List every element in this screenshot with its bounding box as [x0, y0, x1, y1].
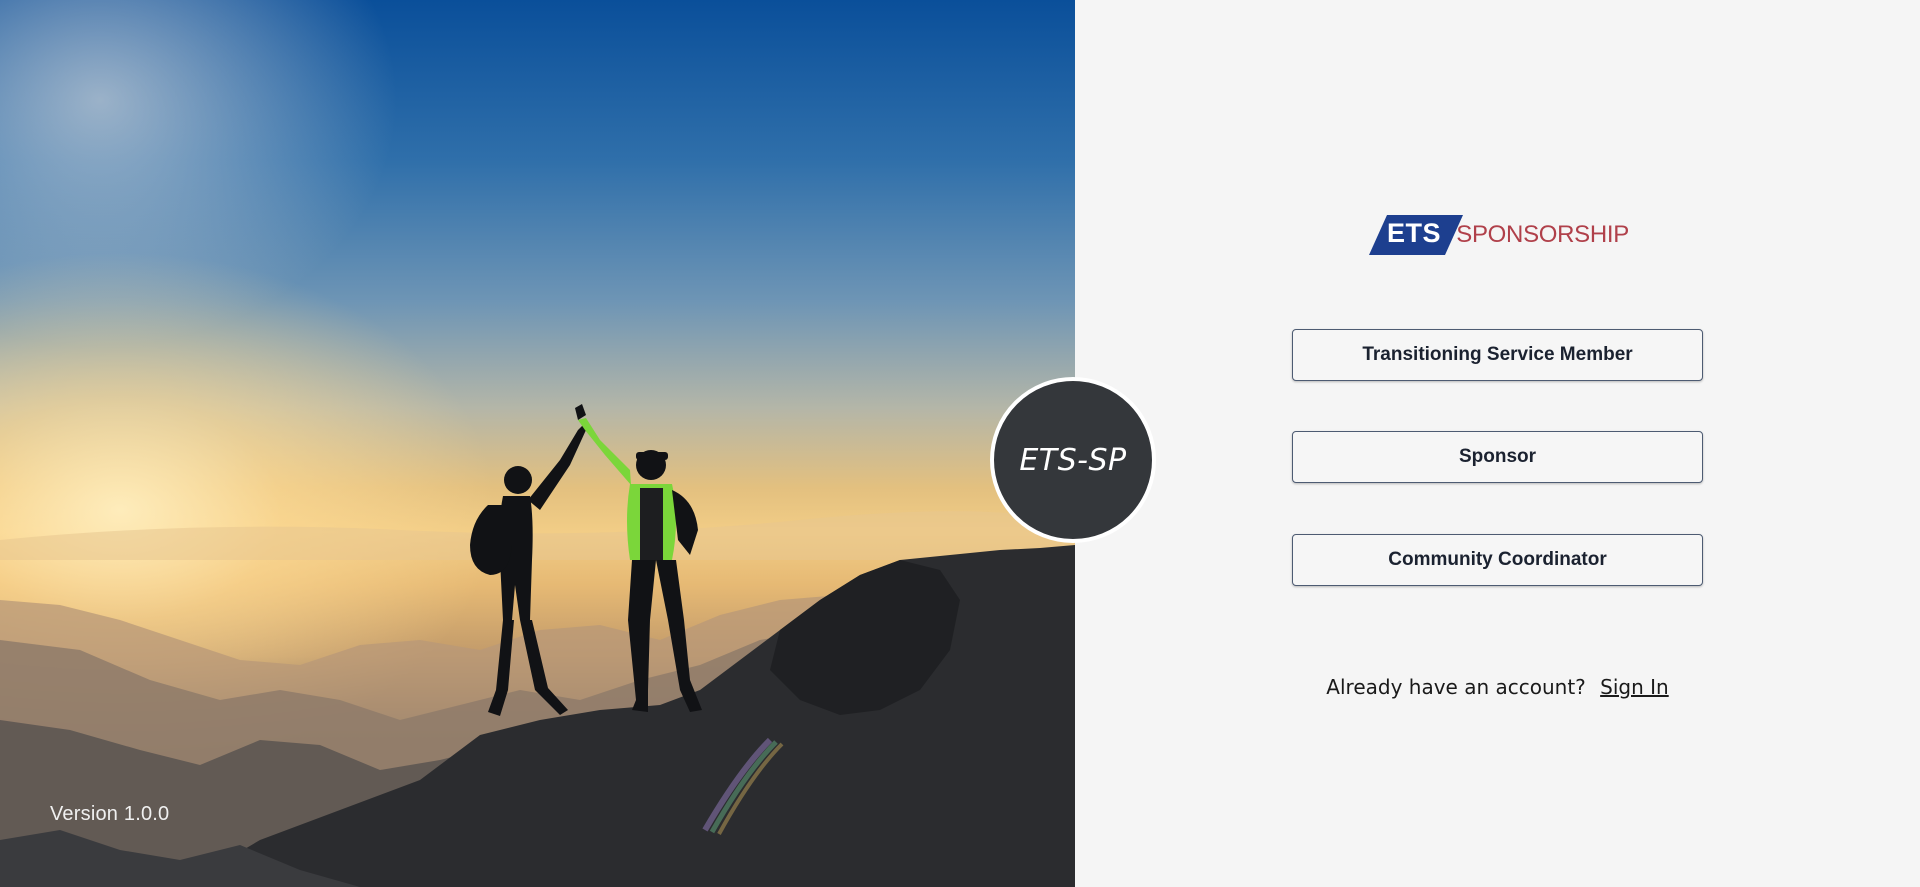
landing-page: Version 1.0.0 ETS-SP ETS SPONSORSHIP Tra…	[0, 0, 1920, 887]
logo-wordmark: SPONSORSHIP	[1456, 221, 1629, 248]
signin-link[interactable]: Sign In	[1600, 675, 1669, 699]
ets-logo-mark: ETS	[1369, 215, 1463, 255]
logo-mark-text: ETS	[1387, 218, 1442, 248]
mountain-silhouette	[0, 404, 1075, 887]
version-label: Version 1.0.0	[50, 803, 170, 825]
transitioning-service-member-button[interactable]: Transitioning Service Member	[1292, 329, 1703, 381]
hero-image: Version 1.0.0	[0, 0, 1075, 887]
sponsor-button[interactable]: Sponsor	[1292, 431, 1703, 483]
signin-row: Already have an account? Sign In	[1292, 675, 1703, 699]
community-coordinator-button[interactable]: Community Coordinator	[1292, 534, 1703, 586]
signin-prompt: Already have an account?	[1326, 675, 1586, 699]
app-badge: ETS-SP	[990, 377, 1156, 543]
ets-sponsorship-logo: ETS SPONSORSHIP	[1369, 214, 1629, 256]
